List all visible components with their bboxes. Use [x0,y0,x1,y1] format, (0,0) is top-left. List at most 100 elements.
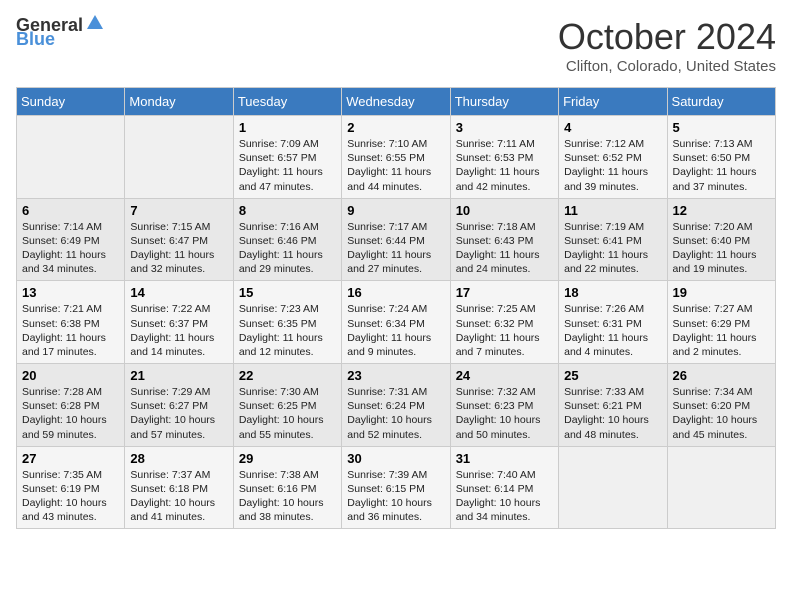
day-number: 17 [456,285,553,300]
sunrise-text: Sunrise: 7:31 AM [347,385,444,399]
location-subtitle: Clifton, Colorado, United States [558,58,776,75]
day-number: 24 [456,368,553,383]
cell-info: Sunrise: 7:16 AMSunset: 6:46 PMDaylight:… [239,220,336,277]
calendar-cell [125,116,233,199]
sunset-text: Sunset: 6:16 PM [239,482,336,496]
calendar-cell: 14Sunrise: 7:22 AMSunset: 6:37 PMDayligh… [125,281,233,364]
sunset-text: Sunset: 6:18 PM [130,482,227,496]
sunset-text: Sunset: 6:21 PM [564,399,661,413]
sunrise-text: Sunrise: 7:17 AM [347,220,444,234]
sunset-text: Sunset: 6:53 PM [456,151,553,165]
sunrise-text: Sunrise: 7:25 AM [456,302,553,316]
weekday-header-monday: Monday [125,88,233,116]
logo: General Blue [16,16,105,48]
cell-info: Sunrise: 7:15 AMSunset: 6:47 PMDaylight:… [130,220,227,277]
calendar-cell: 17Sunrise: 7:25 AMSunset: 6:32 PMDayligh… [450,281,558,364]
calendar-cell: 4Sunrise: 7:12 AMSunset: 6:52 PMDaylight… [559,116,667,199]
cell-info: Sunrise: 7:24 AMSunset: 6:34 PMDaylight:… [347,302,444,359]
calendar-week-row: 27Sunrise: 7:35 AMSunset: 6:19 PMDayligh… [17,446,776,529]
day-number: 11 [564,203,661,218]
daylight-text: Daylight: 11 hours and 4 minutes. [564,331,661,359]
cell-info: Sunrise: 7:12 AMSunset: 6:52 PMDaylight:… [564,137,661,194]
calendar-cell [667,446,775,529]
cell-info: Sunrise: 7:29 AMSunset: 6:27 PMDaylight:… [130,385,227,442]
cell-info: Sunrise: 7:20 AMSunset: 6:40 PMDaylight:… [673,220,770,277]
daylight-text: Daylight: 10 hours and 43 minutes. [22,496,119,524]
calendar-cell: 2Sunrise: 7:10 AMSunset: 6:55 PMDaylight… [342,116,450,199]
sunrise-text: Sunrise: 7:11 AM [456,137,553,151]
calendar-cell: 1Sunrise: 7:09 AMSunset: 6:57 PMDaylight… [233,116,341,199]
cell-info: Sunrise: 7:09 AMSunset: 6:57 PMDaylight:… [239,137,336,194]
sunrise-text: Sunrise: 7:09 AM [239,137,336,151]
sunset-text: Sunset: 6:14 PM [456,482,553,496]
day-number: 18 [564,285,661,300]
day-number: 23 [347,368,444,383]
daylight-text: Daylight: 10 hours and 38 minutes. [239,496,336,524]
calendar-table: SundayMondayTuesdayWednesdayThursdayFrid… [16,87,776,529]
weekday-header-friday: Friday [559,88,667,116]
cell-info: Sunrise: 7:19 AMSunset: 6:41 PMDaylight:… [564,220,661,277]
sunset-text: Sunset: 6:57 PM [239,151,336,165]
logo-blue-text: Blue [16,30,105,48]
cell-info: Sunrise: 7:17 AMSunset: 6:44 PMDaylight:… [347,220,444,277]
sunset-text: Sunset: 6:46 PM [239,234,336,248]
day-number: 9 [347,203,444,218]
sunrise-text: Sunrise: 7:37 AM [130,468,227,482]
calendar-cell: 12Sunrise: 7:20 AMSunset: 6:40 PMDayligh… [667,198,775,281]
calendar-cell: 27Sunrise: 7:35 AMSunset: 6:19 PMDayligh… [17,446,125,529]
sunset-text: Sunset: 6:35 PM [239,317,336,331]
weekday-header-saturday: Saturday [667,88,775,116]
cell-info: Sunrise: 7:31 AMSunset: 6:24 PMDaylight:… [347,385,444,442]
sunrise-text: Sunrise: 7:28 AM [22,385,119,399]
sunrise-text: Sunrise: 7:40 AM [456,468,553,482]
daylight-text: Daylight: 11 hours and 34 minutes. [22,248,119,276]
calendar-cell: 11 Sunrise: 7:19 AMSunset: 6:41 PMDayligh… [559,198,667,281]
cell-info: Sunrise: 7:33 AMSunset: 6:21 PMDaylight:… [564,385,661,442]
calendar-cell: 29Sunrise: 7:38 AMSunset: 6:16 PMDayligh… [233,446,341,529]
calendar-cell: 19Sunrise: 7:27 AMSunset: 6:29 PMDayligh… [667,281,775,364]
daylight-text: Daylight: 10 hours and 36 minutes. [347,496,444,524]
calendar-cell: 20Sunrise: 7:28 AMSunset: 6:28 PMDayligh… [17,364,125,447]
day-number: 14 [130,285,227,300]
sunset-text: Sunset: 6:20 PM [673,399,770,413]
day-number: 26 [673,368,770,383]
sunrise-text: Sunrise: 7:32 AM [456,385,553,399]
sunset-text: Sunset: 6:27 PM [130,399,227,413]
calendar-cell: 8 Sunrise: 7:16 AMSunset: 6:46 PMDaylight… [233,198,341,281]
cell-info: Sunrise: 7:21 AMSunset: 6:38 PMDaylight:… [22,302,119,359]
cell-info: Sunrise: 7:40 AMSunset: 6:14 PMDaylight:… [456,468,553,525]
day-number: 21 [130,368,227,383]
sunset-text: Sunset: 6:29 PM [673,317,770,331]
cell-info: Sunrise: 7:38 AMSunset: 6:16 PMDaylight:… [239,468,336,525]
day-number: 7 [130,203,227,218]
sunrise-text: Sunrise: 7:39 AM [347,468,444,482]
daylight-text: Daylight: 10 hours and 45 minutes. [673,413,770,441]
day-number: 31 [456,451,553,466]
sunrise-text: Sunrise: 7:20 AM [673,220,770,234]
day-number: 8 [239,203,336,218]
daylight-text: Daylight: 11 hours and 42 minutes. [456,165,553,193]
daylight-text: Daylight: 10 hours and 52 minutes. [347,413,444,441]
sunrise-text: Sunrise: 7:24 AM [347,302,444,316]
sunset-text: Sunset: 6:32 PM [456,317,553,331]
calendar-header-row: SundayMondayTuesdayWednesdayThursdayFrid… [17,88,776,116]
page-header: General Blue October 2024 Clifton, Color… [16,16,776,75]
sunset-text: Sunset: 6:25 PM [239,399,336,413]
calendar-cell: 6Sunrise: 7:14 AMSunset: 6:49 PMDaylight… [17,198,125,281]
sunset-text: Sunset: 6:40 PM [673,234,770,248]
sunrise-text: Sunrise: 7:22 AM [130,302,227,316]
calendar-cell: 25Sunrise: 7:33 AMSunset: 6:21 PMDayligh… [559,364,667,447]
cell-info: Sunrise: 7:18 AMSunset: 6:43 PMDaylight:… [456,220,553,277]
calendar-cell [559,446,667,529]
title-block: October 2024 Clifton, Colorado, United S… [558,16,776,75]
sunrise-text: Sunrise: 7:21 AM [22,302,119,316]
daylight-text: Daylight: 11 hours and 47 minutes. [239,165,336,193]
calendar-cell: 28Sunrise: 7:37 AMSunset: 6:18 PMDayligh… [125,446,233,529]
sunrise-text: Sunrise: 7:16 AM [239,220,336,234]
cell-info: Sunrise: 7:30 AMSunset: 6:25 PMDaylight:… [239,385,336,442]
sunrise-text: Sunrise: 7:13 AM [673,137,770,151]
calendar-cell: 16Sunrise: 7:24 AMSunset: 6:34 PMDayligh… [342,281,450,364]
calendar-cell: 30Sunrise: 7:39 AMSunset: 6:15 PMDayligh… [342,446,450,529]
sunset-text: Sunset: 6:41 PM [564,234,661,248]
day-number: 2 [347,120,444,135]
